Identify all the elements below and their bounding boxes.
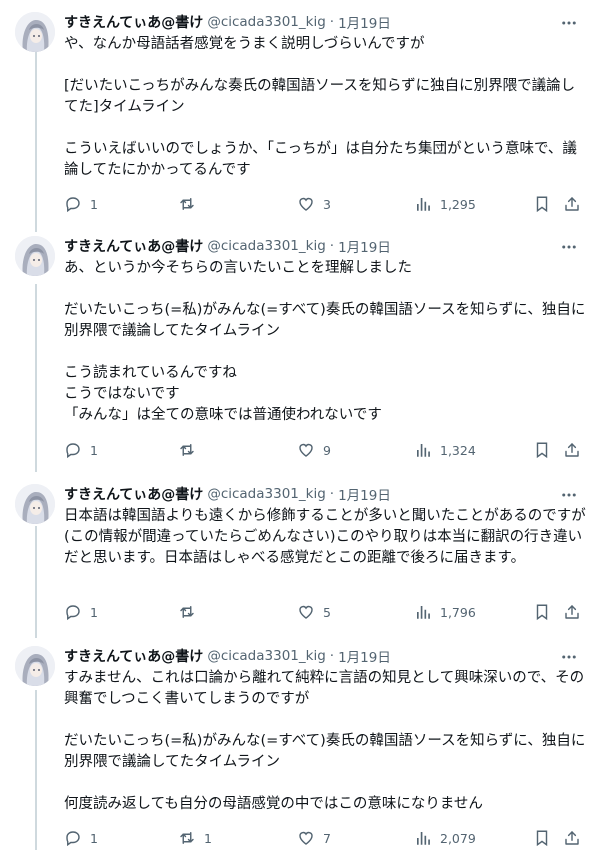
tweet-date[interactable]: 1月19日 — [338, 236, 391, 256]
bar-chart-icon — [414, 603, 432, 621]
like-button[interactable]: 5 — [297, 602, 331, 622]
user-handle[interactable]: @cicada3301_kig — [207, 14, 325, 30]
reply-icon — [64, 195, 82, 213]
views-button[interactable]: 1,324 — [414, 440, 476, 460]
tweet-actions: 1 5 1,796 — [64, 602, 586, 622]
reply-icon — [64, 603, 82, 621]
reply-count: 1 — [90, 830, 98, 846]
bar-chart-icon — [414, 195, 432, 213]
retweet-icon — [178, 603, 196, 621]
like-count: 9 — [323, 442, 331, 458]
retweet-button[interactable] — [178, 194, 204, 214]
retweet-icon — [178, 441, 196, 459]
reply-button[interactable]: 1 — [64, 440, 98, 460]
share-icon[interactable] — [563, 602, 581, 622]
avatar[interactable] — [15, 236, 55, 276]
avatar[interactable] — [15, 646, 55, 686]
reply-button[interactable]: 1 — [64, 194, 98, 214]
bookmark-icon[interactable] — [533, 194, 551, 214]
views-button[interactable]: 2,079 — [414, 828, 476, 848]
tweet-content: すきえんてぃあ@書け @cicada3301_kig · 1月19日 や、なんか… — [64, 12, 586, 181]
user-handle[interactable]: @cicada3301_kig — [207, 238, 325, 254]
share-icon[interactable] — [563, 440, 581, 460]
tweet-header: すきえんてぃあ@書け @cicada3301_kig · 1月19日 — [64, 646, 586, 666]
display-name[interactable]: すきえんてぃあ@書け — [64, 236, 203, 256]
like-count: 5 — [323, 604, 331, 620]
reply-count: 1 — [90, 604, 98, 620]
more-options-icon[interactable] — [560, 648, 578, 664]
tweet-text: すみません、これは口論から離れて純粋に言語の知見として興味深いので、その興奮でし… — [64, 670, 586, 812]
views-button[interactable]: 1,796 — [414, 602, 476, 622]
tweet-header: すきえんてぃあ@書け @cicada3301_kig · 1月19日 — [64, 236, 586, 256]
more-options-icon[interactable] — [560, 486, 578, 502]
tweet-text: 日本語は韓国語よりも遠くから修飾することが多いと聞いたことがあるのですが(この情… — [64, 508, 586, 566]
reply-count: 1 — [90, 442, 98, 458]
tweet-text: あ、というか今そちらの言いたいことを理解しました だいたいこっち(=私)がみんな… — [64, 260, 586, 423]
like-button[interactable]: 7 — [297, 828, 331, 848]
retweet-count: 1 — [204, 830, 212, 846]
thread-line — [35, 284, 37, 472]
user-handle[interactable]: @cicada3301_kig — [207, 648, 325, 664]
thread-line — [35, 690, 37, 850]
share-icon[interactable] — [563, 828, 581, 848]
more-options-icon[interactable] — [560, 14, 578, 30]
like-button[interactable]: 9 — [297, 440, 331, 460]
view-count: 1,324 — [440, 442, 476, 458]
separator-dot: · — [329, 648, 335, 664]
like-count: 7 — [323, 830, 331, 846]
retweet-button[interactable] — [178, 440, 204, 460]
views-button[interactable]: 1,295 — [414, 194, 476, 214]
reply-icon — [64, 441, 82, 459]
view-count: 2,079 — [440, 830, 476, 846]
tweet-actions: 1 1 7 2,079 — [64, 828, 586, 848]
heart-icon — [297, 441, 315, 459]
tweet-content: すきえんてぃあ@書け @cicada3301_kig · 1月19日 あ、という… — [64, 236, 586, 426]
thread-line — [35, 50, 37, 232]
tweet-text: や、なんか母語話者感覚をうまく説明しづらいんですが [だいたいこっちがみんな奏氏… — [64, 36, 577, 178]
separator-dot: · — [329, 238, 335, 254]
bookmark-icon[interactable] — [533, 828, 551, 848]
tweet-actions: 1 3 1,295 — [64, 194, 586, 214]
display-name[interactable]: すきえんてぃあ@書け — [64, 484, 203, 504]
reply-button[interactable]: 1 — [64, 828, 98, 848]
reply-button[interactable]: 1 — [64, 602, 98, 622]
tweet-date[interactable]: 1月19日 — [338, 646, 391, 666]
avatar[interactable] — [15, 12, 55, 52]
more-options-icon[interactable] — [560, 238, 578, 254]
separator-dot: · — [329, 486, 335, 502]
tweet-date[interactable]: 1月19日 — [338, 12, 391, 32]
avatar[interactable] — [15, 484, 55, 524]
view-count: 1,796 — [440, 604, 476, 620]
heart-icon — [297, 603, 315, 621]
tweet-content: すきえんてぃあ@書け @cicada3301_kig · 1月19日 すみません… — [64, 646, 586, 815]
display-name[interactable]: すきえんてぃあ@書け — [64, 646, 203, 666]
bookmark-icon[interactable] — [533, 440, 551, 460]
tweet-date[interactable]: 1月19日 — [338, 484, 391, 504]
display-name[interactable]: すきえんてぃあ@書け — [64, 12, 203, 32]
like-count: 3 — [323, 196, 331, 212]
bar-chart-icon — [414, 441, 432, 459]
heart-icon — [297, 829, 315, 847]
retweet-icon — [178, 195, 196, 213]
view-count: 1,295 — [440, 196, 476, 212]
reply-count: 1 — [90, 196, 98, 212]
heart-icon — [297, 195, 315, 213]
bookmark-icon[interactable] — [533, 602, 551, 622]
share-icon[interactable] — [563, 194, 581, 214]
separator-dot: · — [329, 14, 335, 30]
tweet-header: すきえんてぃあ@書け @cicada3301_kig · 1月19日 — [64, 12, 586, 32]
thread-line — [35, 526, 37, 638]
like-button[interactable]: 3 — [297, 194, 331, 214]
tweet-content: すきえんてぃあ@書け @cicada3301_kig · 1月19日 日本語は韓… — [64, 484, 586, 569]
reply-icon — [64, 829, 82, 847]
retweet-icon — [178, 829, 196, 847]
retweet-button[interactable] — [178, 602, 204, 622]
tweet-header: すきえんてぃあ@書け @cicada3301_kig · 1月19日 — [64, 484, 586, 504]
retweet-button[interactable]: 1 — [178, 828, 212, 848]
bar-chart-icon — [414, 829, 432, 847]
user-handle[interactable]: @cicada3301_kig — [207, 486, 325, 502]
tweet-actions: 1 9 1,324 — [64, 440, 586, 460]
